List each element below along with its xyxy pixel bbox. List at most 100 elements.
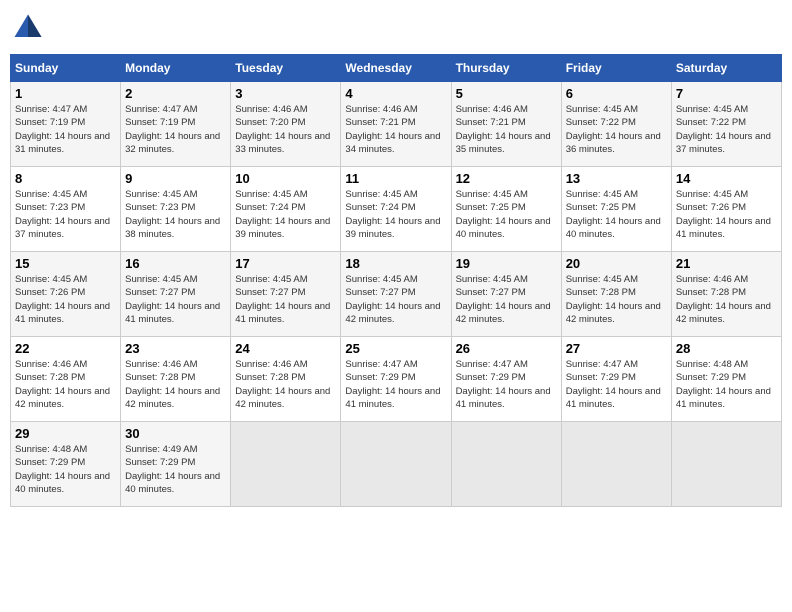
calendar-day-cell: 20 Sunrise: 4:45 AMSunset: 7:28 PMDaylig…: [561, 252, 671, 337]
calendar-day-cell: 11 Sunrise: 4:45 AMSunset: 7:24 PMDaylig…: [341, 167, 451, 252]
logo-icon: [10, 10, 46, 46]
day-number: 30: [125, 426, 226, 441]
calendar-day-cell: 16 Sunrise: 4:45 AMSunset: 7:27 PMDaylig…: [121, 252, 231, 337]
day-info: Sunrise: 4:45 AMSunset: 7:24 PMDaylight:…: [235, 189, 330, 240]
calendar-day-cell: 4 Sunrise: 4:46 AMSunset: 7:21 PMDayligh…: [341, 82, 451, 167]
calendar-day-cell: 29 Sunrise: 4:48 AMSunset: 7:29 PMDaylig…: [11, 422, 121, 507]
calendar-day-cell: 5 Sunrise: 4:46 AMSunset: 7:21 PMDayligh…: [451, 82, 561, 167]
calendar-day-cell: 19 Sunrise: 4:45 AMSunset: 7:27 PMDaylig…: [451, 252, 561, 337]
calendar-day-cell: [451, 422, 561, 507]
calendar-body: 1 Sunrise: 4:47 AMSunset: 7:19 PMDayligh…: [11, 82, 782, 507]
calendar-day-cell: 30 Sunrise: 4:49 AMSunset: 7:29 PMDaylig…: [121, 422, 231, 507]
day-info: Sunrise: 4:46 AMSunset: 7:20 PMDaylight:…: [235, 104, 330, 155]
calendar-day-cell: 15 Sunrise: 4:45 AMSunset: 7:26 PMDaylig…: [11, 252, 121, 337]
calendar-week-row: 15 Sunrise: 4:45 AMSunset: 7:26 PMDaylig…: [11, 252, 782, 337]
day-number: 15: [15, 256, 116, 271]
calendar-week-row: 8 Sunrise: 4:45 AMSunset: 7:23 PMDayligh…: [11, 167, 782, 252]
day-info: Sunrise: 4:45 AMSunset: 7:26 PMDaylight:…: [15, 274, 110, 325]
day-info: Sunrise: 4:45 AMSunset: 7:27 PMDaylight:…: [125, 274, 220, 325]
day-number: 8: [15, 171, 116, 186]
day-number: 13: [566, 171, 667, 186]
day-number: 25: [345, 341, 446, 356]
day-info: Sunrise: 4:45 AMSunset: 7:24 PMDaylight:…: [345, 189, 440, 240]
calendar-week-row: 1 Sunrise: 4:47 AMSunset: 7:19 PMDayligh…: [11, 82, 782, 167]
day-info: Sunrise: 4:46 AMSunset: 7:28 PMDaylight:…: [676, 274, 771, 325]
day-number: 28: [676, 341, 777, 356]
calendar-day-cell: 23 Sunrise: 4:46 AMSunset: 7:28 PMDaylig…: [121, 337, 231, 422]
day-number: 4: [345, 86, 446, 101]
calendar-day-cell: 6 Sunrise: 4:45 AMSunset: 7:22 PMDayligh…: [561, 82, 671, 167]
calendar-day-cell: [671, 422, 781, 507]
day-info: Sunrise: 4:45 AMSunset: 7:28 PMDaylight:…: [566, 274, 661, 325]
calendar-day-cell: 7 Sunrise: 4:45 AMSunset: 7:22 PMDayligh…: [671, 82, 781, 167]
calendar-day-cell: 14 Sunrise: 4:45 AMSunset: 7:26 PMDaylig…: [671, 167, 781, 252]
calendar-day-header: Thursday: [451, 55, 561, 82]
day-number: 11: [345, 171, 446, 186]
day-number: 12: [456, 171, 557, 186]
calendar-day-cell: 27 Sunrise: 4:47 AMSunset: 7:29 PMDaylig…: [561, 337, 671, 422]
day-info: Sunrise: 4:47 AMSunset: 7:19 PMDaylight:…: [15, 104, 110, 155]
calendar-day-header: Monday: [121, 55, 231, 82]
calendar-day-cell: 10 Sunrise: 4:45 AMSunset: 7:24 PMDaylig…: [231, 167, 341, 252]
calendar-day-cell: 17 Sunrise: 4:45 AMSunset: 7:27 PMDaylig…: [231, 252, 341, 337]
calendar-week-row: 29 Sunrise: 4:48 AMSunset: 7:29 PMDaylig…: [11, 422, 782, 507]
day-info: Sunrise: 4:47 AMSunset: 7:29 PMDaylight:…: [456, 359, 551, 410]
day-info: Sunrise: 4:45 AMSunset: 7:22 PMDaylight:…: [676, 104, 771, 155]
day-number: 22: [15, 341, 116, 356]
day-number: 3: [235, 86, 336, 101]
day-info: Sunrise: 4:45 AMSunset: 7:23 PMDaylight:…: [125, 189, 220, 240]
calendar-header-row: SundayMondayTuesdayWednesdayThursdayFrid…: [11, 55, 782, 82]
calendar-day-cell: 12 Sunrise: 4:45 AMSunset: 7:25 PMDaylig…: [451, 167, 561, 252]
calendar-day-cell: [561, 422, 671, 507]
calendar-table: SundayMondayTuesdayWednesdayThursdayFrid…: [10, 54, 782, 507]
calendar-day-cell: 28 Sunrise: 4:48 AMSunset: 7:29 PMDaylig…: [671, 337, 781, 422]
calendar-day-cell: 26 Sunrise: 4:47 AMSunset: 7:29 PMDaylig…: [451, 337, 561, 422]
calendar-day-header: Tuesday: [231, 55, 341, 82]
day-number: 2: [125, 86, 226, 101]
calendar-day-cell: 9 Sunrise: 4:45 AMSunset: 7:23 PMDayligh…: [121, 167, 231, 252]
day-number: 21: [676, 256, 777, 271]
day-info: Sunrise: 4:45 AMSunset: 7:27 PMDaylight:…: [345, 274, 440, 325]
day-number: 20: [566, 256, 667, 271]
calendar-day-header: Friday: [561, 55, 671, 82]
day-info: Sunrise: 4:45 AMSunset: 7:27 PMDaylight:…: [235, 274, 330, 325]
day-info: Sunrise: 4:47 AMSunset: 7:29 PMDaylight:…: [566, 359, 661, 410]
calendar-day-cell: 21 Sunrise: 4:46 AMSunset: 7:28 PMDaylig…: [671, 252, 781, 337]
day-info: Sunrise: 4:48 AMSunset: 7:29 PMDaylight:…: [676, 359, 771, 410]
day-number: 29: [15, 426, 116, 441]
day-number: 10: [235, 171, 336, 186]
logo: [10, 10, 50, 46]
day-number: 26: [456, 341, 557, 356]
day-number: 6: [566, 86, 667, 101]
day-info: Sunrise: 4:45 AMSunset: 7:25 PMDaylight:…: [456, 189, 551, 240]
calendar-day-cell: [231, 422, 341, 507]
day-number: 16: [125, 256, 226, 271]
day-info: Sunrise: 4:47 AMSunset: 7:19 PMDaylight:…: [125, 104, 220, 155]
day-info: Sunrise: 4:45 AMSunset: 7:27 PMDaylight:…: [456, 274, 551, 325]
day-info: Sunrise: 4:45 AMSunset: 7:25 PMDaylight:…: [566, 189, 661, 240]
calendar-day-cell: 18 Sunrise: 4:45 AMSunset: 7:27 PMDaylig…: [341, 252, 451, 337]
calendar-day-cell: 24 Sunrise: 4:46 AMSunset: 7:28 PMDaylig…: [231, 337, 341, 422]
calendar-week-row: 22 Sunrise: 4:46 AMSunset: 7:28 PMDaylig…: [11, 337, 782, 422]
calendar-day-cell: 3 Sunrise: 4:46 AMSunset: 7:20 PMDayligh…: [231, 82, 341, 167]
day-info: Sunrise: 4:46 AMSunset: 7:28 PMDaylight:…: [125, 359, 220, 410]
day-number: 23: [125, 341, 226, 356]
day-info: Sunrise: 4:49 AMSunset: 7:29 PMDaylight:…: [125, 444, 220, 495]
day-number: 18: [345, 256, 446, 271]
day-info: Sunrise: 4:45 AMSunset: 7:22 PMDaylight:…: [566, 104, 661, 155]
day-number: 24: [235, 341, 336, 356]
day-number: 1: [15, 86, 116, 101]
day-info: Sunrise: 4:45 AMSunset: 7:26 PMDaylight:…: [676, 189, 771, 240]
calendar-day-cell: 8 Sunrise: 4:45 AMSunset: 7:23 PMDayligh…: [11, 167, 121, 252]
calendar-day-header: Saturday: [671, 55, 781, 82]
day-info: Sunrise: 4:47 AMSunset: 7:29 PMDaylight:…: [345, 359, 440, 410]
day-number: 19: [456, 256, 557, 271]
day-info: Sunrise: 4:46 AMSunset: 7:21 PMDaylight:…: [345, 104, 440, 155]
day-info: Sunrise: 4:48 AMSunset: 7:29 PMDaylight:…: [15, 444, 110, 495]
day-info: Sunrise: 4:46 AMSunset: 7:28 PMDaylight:…: [235, 359, 330, 410]
day-number: 27: [566, 341, 667, 356]
day-number: 17: [235, 256, 336, 271]
day-info: Sunrise: 4:45 AMSunset: 7:23 PMDaylight:…: [15, 189, 110, 240]
day-number: 5: [456, 86, 557, 101]
calendar-day-cell: 22 Sunrise: 4:46 AMSunset: 7:28 PMDaylig…: [11, 337, 121, 422]
